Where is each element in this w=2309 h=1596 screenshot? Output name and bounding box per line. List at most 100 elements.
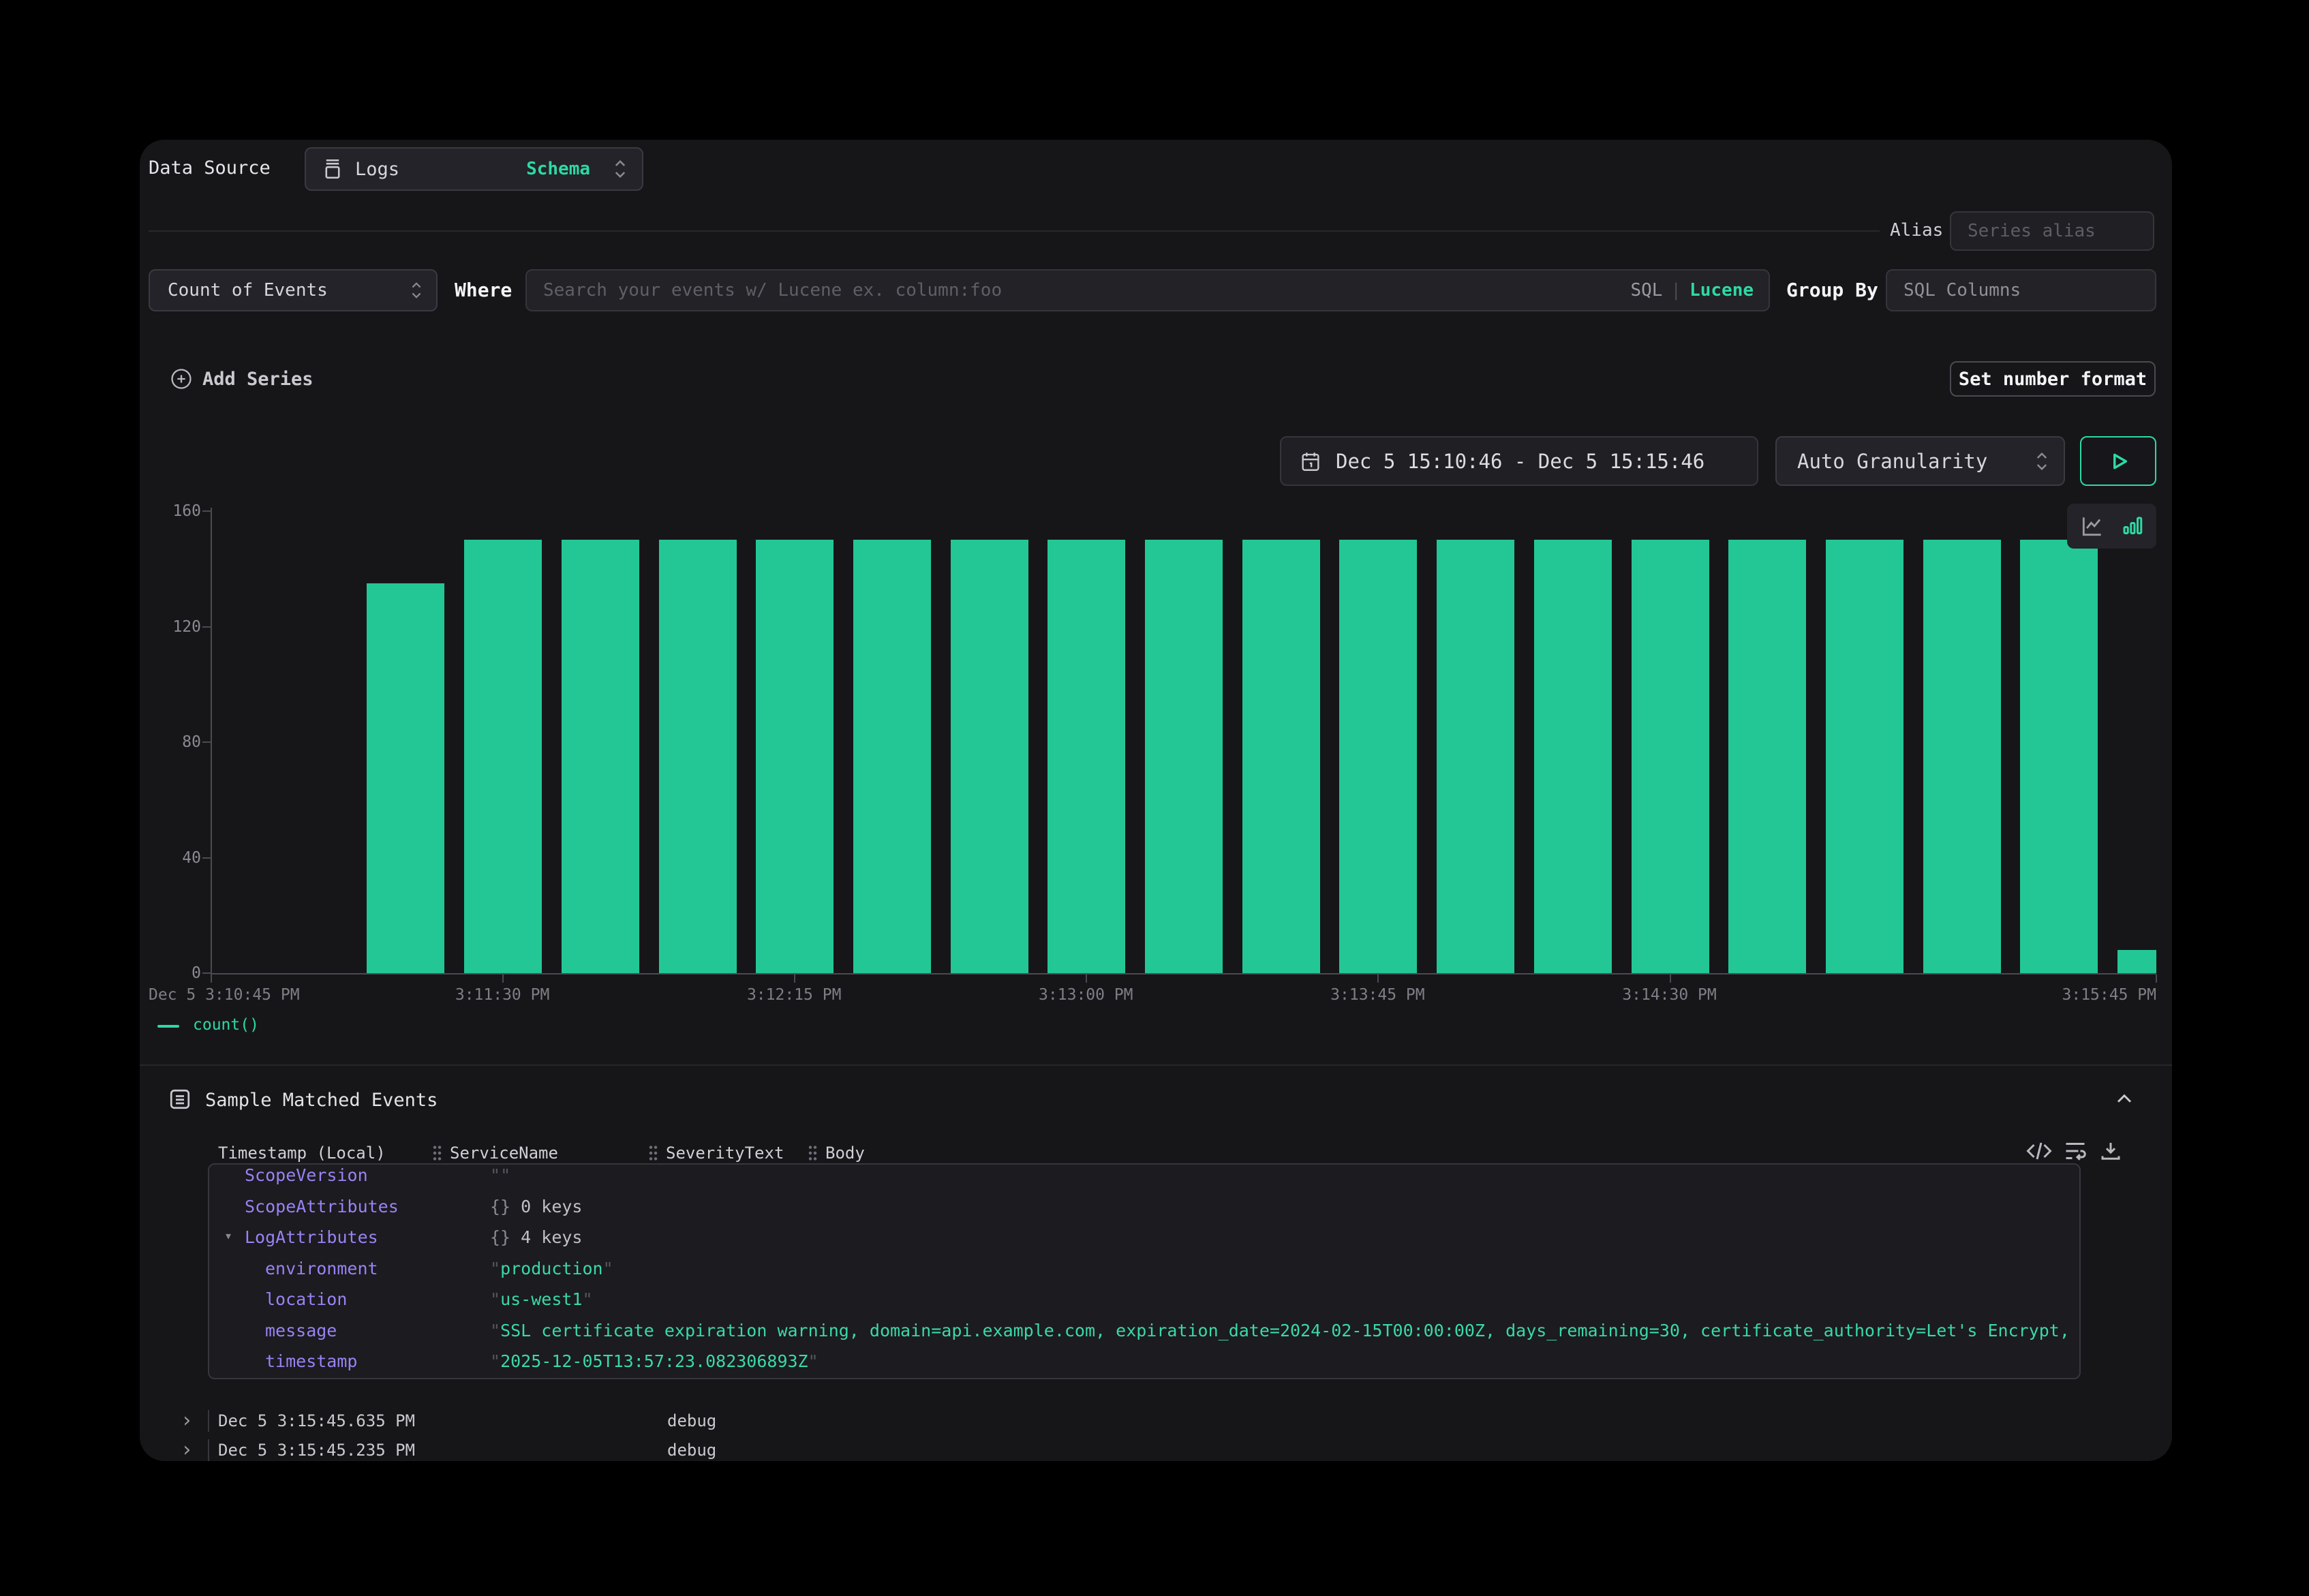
log-attribute-row[interactable]: message "SSL certificate expiration warni… xyxy=(209,1316,2081,1346)
wrap-text-icon[interactable] xyxy=(2062,1139,2089,1166)
bar xyxy=(464,540,542,973)
bar xyxy=(951,540,1028,973)
bar xyxy=(1145,540,1223,973)
bar xyxy=(1048,540,1125,973)
event-timestamp: Dec 5 3:15:45.635 PM xyxy=(218,1411,415,1430)
log-attribute-row[interactable]: environment "production" xyxy=(209,1254,2081,1284)
lucene-toggle[interactable]: Lucene xyxy=(1689,280,1754,301)
event-row[interactable]: ›Dec 5 3:15:45.235 PMdebug xyxy=(140,1435,2172,1461)
attribute-key[interactable]: ScopeAttributes xyxy=(245,1197,399,1216)
bar xyxy=(1728,540,1806,973)
column-label: ServiceName xyxy=(450,1144,558,1163)
bar xyxy=(562,540,639,973)
attribute-key[interactable]: ScopeVersion xyxy=(245,1165,368,1185)
column-header-timestamp[interactable]: Timestamp (Local) xyxy=(218,1141,386,1165)
log-attribute-row[interactable]: location"us-west1" xyxy=(209,1285,2081,1315)
series-alias-input[interactable] xyxy=(1950,211,2154,251)
expand-chevron-icon[interactable]: › xyxy=(181,1438,193,1461)
play-icon xyxy=(2104,447,2132,476)
log-detail-panel[interactable]: ScopeVersion""ScopeAttributes{} 0 keys▾L… xyxy=(208,1163,2081,1379)
key-count: 0 keys xyxy=(510,1197,582,1216)
query-builder-card: Data Source Logs Schema Alias Count of E… xyxy=(140,140,2172,1461)
add-series-label: Add Series xyxy=(202,369,314,390)
aggregation-value: Count of Events xyxy=(168,280,328,301)
chevron-updown-icon xyxy=(613,157,627,181)
attribute-value: "2025-12-05T13:57:23.082306893Z" xyxy=(490,1351,819,1371)
chart-type-toggle xyxy=(2067,504,2156,549)
bar xyxy=(367,583,444,973)
grip-icon[interactable] xyxy=(807,1144,819,1163)
data-source-label: Data Source xyxy=(149,157,271,179)
x-axis-tick-label: 3:12:15 PM xyxy=(747,986,841,1004)
run-query-button[interactable] xyxy=(2080,436,2156,486)
attribute-key[interactable]: location xyxy=(265,1289,347,1309)
collapse-chevron-icon[interactable] xyxy=(2112,1087,2137,1111)
legend-series-label[interactable]: count() xyxy=(193,1016,259,1034)
toggle-separator: | xyxy=(1662,280,1689,301)
search-wrap: SQL | Lucene xyxy=(525,269,1770,311)
date-range-value: Dec 5 15:10:46 - Dec 5 15:15:46 xyxy=(1336,450,1704,473)
expand-arrow-icon[interactable]: ▾ xyxy=(224,1227,232,1244)
row-divider xyxy=(208,1439,209,1461)
x-axis-tick xyxy=(794,975,795,983)
set-number-format-button[interactable]: Set number format xyxy=(1950,361,2156,397)
column-label: Timestamp (Local) xyxy=(218,1144,386,1163)
chart-plot[interactable] xyxy=(211,511,2156,973)
column-header-severitytext[interactable]: SeverityText xyxy=(647,1141,784,1165)
download-icon[interactable] xyxy=(2097,1139,2124,1166)
line-chart-icon[interactable] xyxy=(2079,513,2105,539)
search-input[interactable] xyxy=(525,269,1770,311)
group-by-input[interactable] xyxy=(1886,269,2156,311)
attribute-value: "production" xyxy=(490,1259,613,1278)
column-header-servicename[interactable]: ServiceName xyxy=(431,1141,558,1165)
legend-swatch xyxy=(157,1025,179,1028)
log-attribute-row[interactable]: ScopeVersion "" xyxy=(209,1163,2081,1191)
data-source-select[interactable]: Logs Schema xyxy=(305,147,643,191)
calendar-icon xyxy=(1299,450,1322,473)
attribute-key[interactable]: timestamp xyxy=(265,1351,357,1371)
event-row[interactable]: › Dec 5 3:15:45.635 PM debug xyxy=(140,1406,2172,1436)
code-view-icon[interactable] xyxy=(2025,1139,2053,1166)
x-axis-tick xyxy=(211,975,212,983)
x-axis-tick-label: 3:14:30 PM xyxy=(1622,986,1716,1004)
grip-icon[interactable] xyxy=(431,1144,443,1163)
query-language-toggle[interactable]: SQL | Lucene xyxy=(1630,269,1754,311)
bar xyxy=(1242,540,1320,973)
granularity-select[interactable]: Auto Granularity xyxy=(1775,436,2065,486)
x-axis-tick-label: 3:13:00 PM xyxy=(1039,986,1133,1004)
aggregation-select[interactable]: Count of Events xyxy=(149,269,438,311)
event-severity: debug xyxy=(667,1441,716,1460)
date-range-picker[interactable]: Dec 5 15:10:46 - Dec 5 15:15:46 xyxy=(1280,436,1758,486)
divider xyxy=(149,230,1880,232)
column-header-body[interactable]: Body xyxy=(807,1141,865,1165)
quote-glyph: " xyxy=(582,1289,592,1309)
attribute-key[interactable]: LogAttributes xyxy=(245,1227,378,1247)
x-axis-tick-label: Dec 5 3:10:45 PM xyxy=(149,986,300,1004)
log-attribute-row[interactable]: timestamp "2025-12-05T13:57:23.082306893Z… xyxy=(209,1347,2081,1377)
bar xyxy=(659,540,737,973)
sql-toggle[interactable]: SQL xyxy=(1630,280,1662,301)
bar xyxy=(853,540,931,973)
bar xyxy=(1437,540,1514,973)
grip-icon[interactable] xyxy=(647,1144,659,1163)
attribute-key[interactable]: message xyxy=(265,1321,337,1340)
log-attribute-row[interactable]: ▾ LogAttributes {} 4 keys xyxy=(209,1223,2081,1253)
attribute-key[interactable]: environment xyxy=(265,1259,378,1278)
bar xyxy=(1923,540,2001,973)
attribute-value: "" xyxy=(490,1165,510,1185)
x-axis-tick xyxy=(1086,975,1087,983)
event-severity: debug xyxy=(667,1411,716,1430)
attribute-value: {} 4 keys xyxy=(490,1227,582,1247)
bar-chart-icon[interactable] xyxy=(2120,514,2145,538)
schema-link[interactable]: Schema xyxy=(526,159,590,179)
expand-chevron-icon[interactable]: › xyxy=(181,1409,193,1432)
bar xyxy=(1534,540,1612,973)
quote-glyph: " xyxy=(603,1259,613,1278)
log-attribute-row[interactable]: ScopeAttributes{} 0 keys xyxy=(209,1192,2081,1222)
add-series-button[interactable]: Add Series xyxy=(170,367,314,390)
where-label: Where xyxy=(455,279,512,301)
string-value: production xyxy=(500,1259,603,1278)
attribute-value: "SSL certificate expiration warning, dom… xyxy=(490,1321,2081,1340)
x-axis-tick xyxy=(1377,975,1379,983)
column-label: Body xyxy=(825,1144,865,1163)
